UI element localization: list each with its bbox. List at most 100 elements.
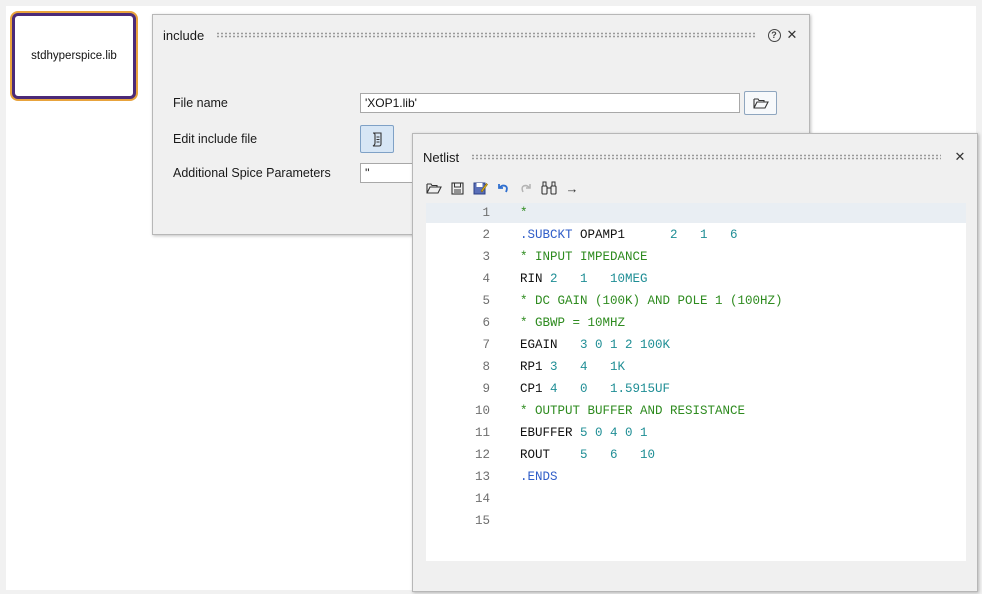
redo-icon (521, 184, 531, 193)
line-number: 13 (474, 470, 490, 484)
netlist-editor[interactable]: 1 * 2 .SUBCKT OPAMP1 2 1 6 3 * INPUT IMPEDANC… (426, 203, 966, 561)
line-code: ROUT 5 6 10 (520, 445, 655, 465)
line-code: * DC GAIN (100K) AND POLE 1 (100HZ) (520, 291, 783, 311)
close-icon: ✕ (786, 27, 798, 42)
code-token: 5 0 4 0 1 (580, 426, 648, 440)
code-token: 2 1 10MEG (550, 272, 648, 286)
netlist-line[interactable]: 8 RP1 3 4 1K (426, 357, 966, 377)
line-code: RP1 3 4 1K (520, 357, 625, 377)
line-code: .SUBCKT OPAMP1 2 1 6 (520, 225, 738, 245)
netlist-line[interactable]: 4 RIN 2 1 10MEG (426, 269, 966, 289)
line-code: * OUTPUT BUFFER AND RESISTANCE (520, 401, 745, 421)
line-number: 3 (482, 250, 490, 264)
code-token: * GBWP = 10MHZ (520, 316, 626, 330)
netlist-line[interactable]: 9 CP1 4 0 1.5915UF (426, 379, 966, 399)
undo-icon (498, 184, 508, 193)
goto-button[interactable]: → (563, 179, 581, 197)
code-token: * INPUT IMPEDANCE (520, 250, 648, 264)
line-code: CP1 4 0 1.5915UF (520, 379, 670, 399)
line-code: RIN 2 1 10MEG (520, 269, 648, 289)
close-button[interactable]: ✕ (785, 27, 799, 42)
close-icon: ✕ (954, 149, 966, 164)
line-number: 9 (482, 382, 490, 396)
netlist-line[interactable]: 11 EBUFFER 5 0 4 0 1 (426, 423, 966, 443)
netlist-line[interactable]: 2 .SUBCKT OPAMP1 2 1 6 (426, 225, 966, 245)
line-code: EBUFFER 5 0 4 0 1 (520, 423, 648, 443)
redo-button[interactable] (517, 179, 535, 197)
line-code: * INPUT IMPEDANCE (520, 247, 648, 267)
find-button[interactable] (540, 179, 558, 197)
line-code: EGAIN 3 0 1 2 100K (520, 335, 670, 355)
netlist-line[interactable]: 3 * INPUT IMPEDANCE (426, 247, 966, 267)
netlist-dialog-titlebar[interactable]: Netlist ✕ (413, 134, 977, 180)
netlist-dialog-title: Netlist (423, 149, 460, 165)
line-number: 10 (474, 404, 490, 418)
save-icon (450, 181, 464, 195)
code-token: * (520, 206, 528, 220)
code-token: .ENDS (520, 470, 558, 484)
code-token: EBUFFER (520, 426, 581, 440)
line-code: * GBWP = 10MHZ (520, 313, 625, 333)
netlist-line[interactable]: 10 * OUTPUT BUFFER AND RESISTANCE (426, 401, 966, 421)
close-button[interactable]: ✕ (953, 149, 967, 164)
code-token: 5 6 10 (580, 448, 656, 462)
code-token: RP1 (520, 360, 551, 374)
line-number: 15 (474, 514, 490, 528)
code-token: CP1 (520, 382, 551, 396)
netlist-line[interactable]: 14 (426, 489, 966, 509)
netlist-toolbar: → (425, 178, 586, 198)
code-token: * OUTPUT BUFFER AND RESISTANCE (520, 404, 746, 418)
find-icon (541, 181, 557, 195)
include-dialog-titlebar[interactable]: include ? ✕ (153, 15, 809, 55)
script-icon (372, 131, 382, 147)
undo-button[interactable] (494, 179, 512, 197)
netlist-line[interactable]: 7 EGAIN 3 0 1 2 100K (426, 335, 966, 355)
netlist-line[interactable]: 5 * DC GAIN (100K) AND POLE 1 (100HZ) (426, 291, 966, 311)
save-button[interactable] (448, 179, 466, 197)
line-number: 2 (482, 228, 490, 242)
include-dialog-title: include (163, 27, 205, 43)
netlist-line[interactable]: 15 (426, 511, 966, 531)
block-label: stdhyperspice.lib (31, 50, 117, 62)
code-token: * DC GAIN (100K) AND POLE 1 (100HZ) (520, 294, 783, 308)
netlist-line[interactable]: 13 .ENDS (426, 467, 966, 487)
help-button[interactable]: ? (767, 28, 781, 42)
goto-arrow-icon: → (565, 180, 579, 196)
line-number: 7 (482, 338, 490, 352)
code-token: EGAIN (520, 338, 581, 352)
code-token: RIN (520, 272, 551, 286)
save-as-icon (473, 182, 488, 195)
netlist-dialog: Netlist ✕ → 1 * 2 .SUBCKT OPAMP1 2 1 6 3… (412, 133, 978, 592)
netlist-line[interactable]: 1 * (426, 203, 966, 223)
additional-spice-field[interactable]: '' (360, 163, 416, 183)
code-token: OPAMP1 (572, 228, 671, 242)
line-number: 5 (482, 294, 490, 308)
code-token: ROUT (520, 448, 581, 462)
additional-spice-label: Additional Spice Parameters (173, 166, 331, 180)
code-token: .SUBCKT (520, 228, 573, 242)
file-name-field[interactable]: 'XOP1.lib' (360, 93, 740, 113)
drag-grip[interactable] (471, 154, 941, 160)
open-icon (426, 183, 442, 194)
line-number: 14 (474, 492, 490, 506)
line-code: .ENDS (520, 467, 558, 487)
netlist-line[interactable]: 6 * GBWP = 10MHZ (426, 313, 966, 333)
folder-open-icon (752, 98, 769, 109)
stdhyperspice-lib-block[interactable]: stdhyperspice.lib (12, 13, 136, 99)
file-name-label: File name (173, 96, 228, 110)
save-as-button[interactable] (471, 179, 489, 197)
drag-grip[interactable] (216, 32, 755, 38)
line-number: 12 (474, 448, 490, 462)
line-number: 11 (474, 426, 490, 440)
line-code: * (520, 203, 528, 223)
edit-include-button[interactable] (360, 125, 394, 153)
code-token: 2 1 6 (670, 228, 738, 242)
code-token: 3 0 1 2 100K (580, 338, 671, 352)
code-token: 4 0 1.5915UF (550, 382, 671, 396)
netlist-line[interactable]: 12 ROUT 5 6 10 (426, 445, 966, 465)
line-number: 8 (482, 360, 490, 374)
browse-file-button[interactable] (744, 91, 777, 115)
help-icon: ? (767, 28, 781, 42)
open-button[interactable] (425, 179, 443, 197)
line-number: 4 (482, 272, 490, 286)
